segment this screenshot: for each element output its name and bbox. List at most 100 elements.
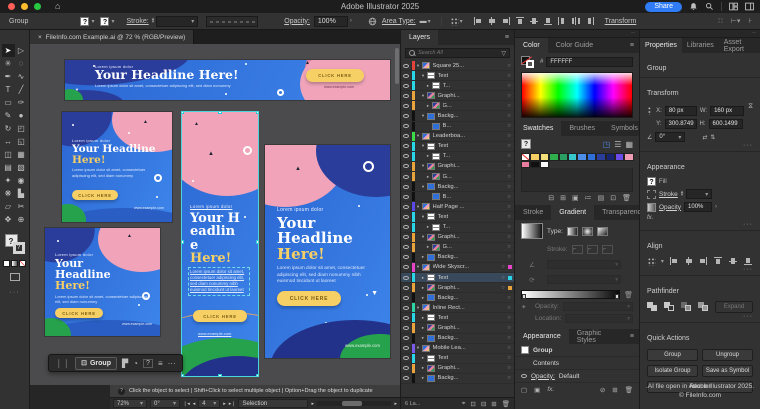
swatch[interactable] bbox=[606, 153, 615, 161]
expand-chevron-icon[interactable]: ▾ bbox=[420, 214, 427, 220]
fx-icon[interactable]: fx. bbox=[547, 386, 554, 393]
column-graph-tool[interactable]: ▙ bbox=[15, 187, 28, 200]
expand-chevron-icon[interactable]: ▾ bbox=[420, 184, 427, 190]
layer-name[interactable]: Graphi... bbox=[438, 365, 505, 371]
new-stroke-icon[interactable]: ▢ bbox=[521, 386, 527, 394]
layer-name[interactable]: Backg... bbox=[438, 254, 505, 260]
swatch[interactable] bbox=[587, 153, 596, 161]
expand-chevron-icon[interactable]: ▸ bbox=[420, 275, 427, 281]
gradient-slider[interactable]: 🗑 bbox=[521, 290, 633, 299]
visibility-eye-icon[interactable] bbox=[401, 273, 412, 282]
workspace-switcher-icon[interactable] bbox=[729, 2, 738, 11]
expand-chevron-icon[interactable]: ▾ bbox=[420, 234, 427, 240]
artboard-icon[interactable]: ▛ bbox=[122, 359, 128, 368]
bell-icon[interactable] bbox=[689, 2, 698, 11]
layer-name[interactable]: Inline Rect... bbox=[433, 305, 505, 311]
layer-row[interactable]: ▾Leaderboa...○ bbox=[401, 132, 514, 142]
scroll-right-icon[interactable]: ▸ bbox=[394, 401, 397, 407]
visibility-eye-icon[interactable] bbox=[401, 223, 412, 232]
layer-name[interactable]: Mobile Lea... bbox=[433, 345, 505, 351]
layer-row[interactable]: ▸Graphi...○ bbox=[401, 364, 514, 374]
isolate-icon[interactable]: ⊢▾ bbox=[731, 17, 741, 25]
color-button[interactable] bbox=[3, 260, 10, 267]
selection-handle[interactable] bbox=[256, 374, 258, 376]
visibility-eye-icon[interactable] bbox=[401, 313, 412, 322]
symbol-sprayer-tool[interactable]: ❋ bbox=[2, 187, 15, 200]
layer-row[interactable]: ▾Graphi...○ bbox=[401, 91, 514, 101]
align-top-icon[interactable] bbox=[515, 16, 525, 26]
layer-name[interactable]: Text bbox=[438, 214, 505, 220]
delete-stop-icon[interactable]: 🗑 bbox=[624, 291, 633, 299]
visibility-eye-icon[interactable] bbox=[401, 182, 412, 191]
expand-chevron-icon[interactable]: ▸ bbox=[425, 103, 432, 109]
target-icon[interactable]: ○ bbox=[504, 214, 514, 220]
layer-row[interactable]: ▾Inline Rect...○ bbox=[401, 303, 514, 313]
stroke-weight-stepper[interactable]: ▴▾ bbox=[152, 18, 155, 25]
layer-row[interactable]: ▸Backg...○ bbox=[401, 293, 514, 303]
new-layer-icon[interactable]: ⊞ bbox=[491, 400, 496, 408]
list-view-icon[interactable]: ☰ bbox=[614, 140, 621, 149]
target-icon[interactable]: ○ bbox=[504, 234, 514, 240]
prev-artboard-icon[interactable]: ◂ bbox=[193, 401, 196, 407]
menu-icon[interactable]: ≡ bbox=[158, 359, 163, 368]
layer-row[interactable]: ▸T...○ bbox=[401, 152, 514, 162]
target-icon[interactable]: ○ bbox=[504, 305, 514, 311]
layer-row[interactable]: ▾Square 25...○ bbox=[401, 61, 514, 71]
target-icon[interactable]: ○ bbox=[504, 254, 514, 260]
align-bottom-icon[interactable] bbox=[543, 16, 553, 26]
layer-name[interactable]: Text bbox=[438, 275, 499, 281]
visibility-eye-icon[interactable] bbox=[401, 212, 412, 221]
expand-button[interactable]: Expand bbox=[715, 301, 753, 313]
target-icon[interactable]: ○ bbox=[504, 244, 514, 250]
target-icon[interactable]: ○ bbox=[504, 93, 514, 99]
group-button[interactable]: Group bbox=[647, 349, 698, 361]
opacity-link[interactable]: Opacity: bbox=[531, 373, 555, 380]
visibility-eye-icon[interactable] bbox=[401, 374, 412, 383]
layers-search-input[interactable] bbox=[418, 50, 498, 56]
layer-row[interactable]: ▾Text○ bbox=[401, 142, 514, 152]
visibility-eye-icon[interactable] bbox=[401, 293, 412, 302]
layer-name[interactable]: Graphi... bbox=[438, 234, 505, 240]
freeform-gradient-icon[interactable] bbox=[597, 227, 608, 236]
visibility-eye-icon[interactable] bbox=[401, 122, 412, 131]
layer-name[interactable]: Square 25... bbox=[433, 63, 505, 69]
shaper-tool[interactable]: ✎ bbox=[2, 109, 15, 122]
visibility-eye-icon[interactable] bbox=[521, 374, 527, 378]
layer-name[interactable]: Text bbox=[438, 315, 505, 321]
appearance-row-opacity[interactable]: Opacity: Default bbox=[515, 370, 639, 383]
layer-name[interactable]: Backg... bbox=[438, 375, 505, 381]
swatch-none[interactable] bbox=[521, 153, 530, 161]
tab-swatches[interactable]: Swatches bbox=[515, 121, 561, 136]
draw-mode-button[interactable] bbox=[10, 273, 20, 281]
target-icon[interactable]: ○ bbox=[504, 224, 514, 230]
expand-chevron-icon[interactable]: ▸ bbox=[425, 174, 432, 180]
target-icon[interactable]: ○ bbox=[504, 355, 514, 361]
layer-row[interactable]: ▸Text○ bbox=[401, 313, 514, 323]
layer-row[interactable]: ▸Graphi...○ bbox=[401, 283, 514, 293]
expand-chevron-icon[interactable]: ▸ bbox=[420, 315, 427, 321]
layer-name[interactable]: Graphi... bbox=[438, 93, 505, 99]
layer-name[interactable]: Backg... bbox=[438, 295, 505, 301]
layer-row[interactable]: ▸Backg...○ bbox=[401, 334, 514, 344]
click-here-button[interactable]: CLICK HERE bbox=[306, 69, 364, 82]
expand-chevron-icon[interactable]: ▾ bbox=[415, 264, 422, 270]
stroke-swatch[interactable] bbox=[647, 190, 656, 199]
more-appearance-options[interactable]: ··· bbox=[647, 221, 753, 228]
layer-name[interactable]: Half Page ... bbox=[433, 204, 505, 210]
layer-name[interactable]: B... bbox=[443, 123, 505, 129]
target-icon[interactable]: ○ bbox=[504, 295, 514, 301]
exclude-icon[interactable] bbox=[698, 302, 709, 312]
edit-toolbar-button[interactable]: ··· bbox=[0, 289, 29, 296]
fx-icon[interactable]: fx. bbox=[647, 215, 653, 221]
visibility-eye-icon[interactable] bbox=[401, 323, 412, 332]
target-icon[interactable]: ○ bbox=[504, 153, 514, 159]
layer-row[interactable]: ▾Wide Skyscr...○ bbox=[401, 263, 514, 273]
selection-tool[interactable]: ➤ bbox=[2, 44, 15, 57]
layer-name[interactable]: Backg... bbox=[438, 113, 505, 119]
layer-row[interactable]: ▾Text○ bbox=[401, 71, 514, 81]
rectangle-tool[interactable]: ▭ bbox=[2, 96, 15, 109]
layer-name[interactable]: Leaderboa... bbox=[433, 133, 505, 139]
panel-menu-icon[interactable]: ≡ bbox=[630, 329, 639, 344]
align-top-icon[interactable] bbox=[713, 256, 723, 266]
expand-chevron-icon[interactable]: ▸ bbox=[425, 83, 432, 89]
